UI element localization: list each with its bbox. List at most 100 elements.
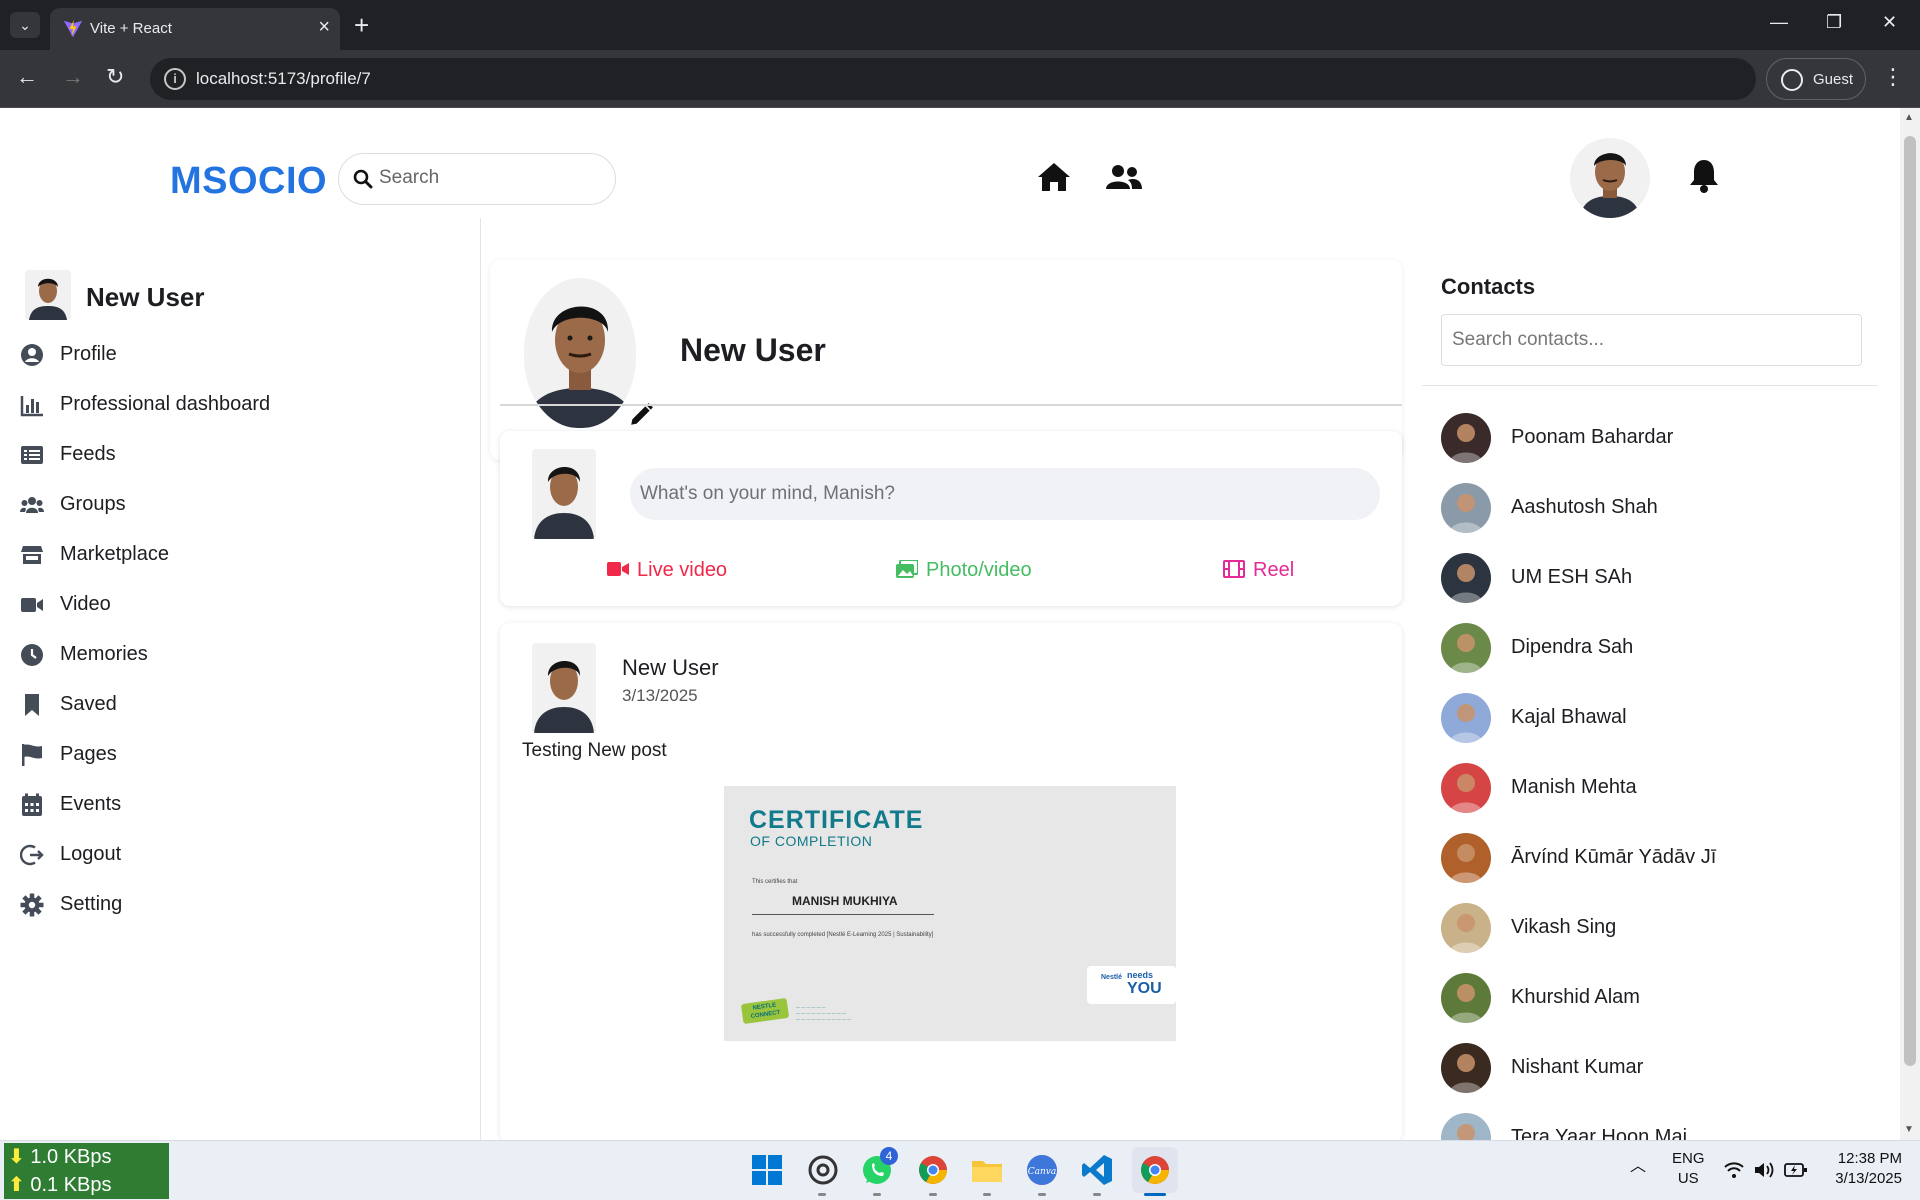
sidebar-item-logout[interactable]: Logout [20,830,460,880]
profile-icon [1781,69,1803,91]
app-logo[interactable]: MSOCIO [170,160,327,203]
page-scrollbar[interactable]: ▲ ▼ [1900,108,1920,1140]
scroll-down-icon[interactable]: ▼ [1904,1124,1914,1135]
svg-text:Canva: Canva [1028,1167,1057,1177]
profile-label: Guest [1813,71,1854,88]
minimize-icon[interactable]: — [1770,12,1788,33]
header-search[interactable] [338,153,616,205]
clock-time: 12:38 PM [1837,1150,1902,1167]
contact-avatar [1441,763,1491,813]
contact-name: Poonam Bahardar [1511,426,1674,448]
sidebar-item-memories[interactable]: Memories [20,630,460,680]
photo-video-button[interactable]: Photo/video [896,559,1032,582]
contact-name: Aashutosh Shah [1511,496,1658,518]
contact-item[interactable]: Dipendra Sah [1441,617,1861,687]
chevron-up-icon[interactable]: ︿ [1630,1157,1646,1177]
sidebar-item-label: Pages [60,743,117,765]
net-down: 1.0 KBps [30,1146,112,1168]
contact-name: Manish Mehta [1511,776,1637,798]
home-icon[interactable] [1037,162,1071,192]
bookmark-icon [25,694,39,716]
volume-icon[interactable] [1754,1161,1776,1179]
chrome-profile-icon[interactable] [916,1153,950,1187]
browser-menu-icon[interactable]: ⋮ [1882,64,1904,90]
net-up: 0.1 KBps [30,1174,112,1196]
scroll-thumb[interactable] [1904,136,1916,1066]
contact-avatar [1441,1113,1491,1140]
contacts-title: Contacts [1441,274,1536,299]
tab-title: Vite + React [90,20,172,37]
tab-search-button[interactable]: ⌄ [10,12,40,38]
reload-icon[interactable]: ↻ [106,64,124,90]
chatgpt-icon[interactable] [806,1153,840,1187]
profile-button[interactable]: Guest [1766,58,1866,100]
sidebar-item-feeds[interactable]: Feeds [20,430,460,480]
post-author-name[interactable]: New User [622,655,719,681]
tab-close-icon[interactable]: × [318,16,330,39]
notification-bell-icon[interactable] [1688,158,1720,194]
avatar-image [1441,693,1491,743]
reel-button[interactable]: Reel [1223,559,1294,582]
sidebar-item-setting[interactable]: Setting [20,880,460,930]
search-input[interactable] [379,167,599,189]
post-author-avatar[interactable] [532,643,596,733]
contact-avatar [1441,1043,1491,1093]
sidebar-item-groups[interactable]: Groups [20,480,460,530]
site-info-icon[interactable]: i [164,68,186,90]
back-icon[interactable]: ← [16,64,38,90]
chrome-icon[interactable] [1138,1153,1172,1187]
store-icon [21,546,43,564]
contacts-search-input[interactable] [1452,329,1852,351]
contact-item[interactable]: Ārvínd Kūmār Yādāv Jī [1441,827,1861,897]
header-avatar[interactable] [1570,138,1650,218]
post-image-certificate[interactable]: CERTIFICATE OF COMPLETION This certifies… [724,786,1176,1041]
friends-icon[interactable] [1106,164,1142,190]
composer-input[interactable]: What's on your mind, Manish? [630,468,1380,520]
file-explorer-icon[interactable] [970,1153,1004,1187]
contact-item[interactable]: Tera Yaar Hoon Mai [1441,1107,1861,1140]
restore-icon[interactable]: ❐ [1826,12,1842,33]
url-text[interactable]: localhost:5173/profile/7 [196,69,371,89]
sidebar-item-profile[interactable]: Profile [20,330,460,380]
live-video-button[interactable]: Live video [607,559,727,582]
sidebar-item-professional-dashboard[interactable]: Professional dashboard [20,380,460,430]
forward-icon[interactable]: → [62,64,84,90]
composer-placeholder: What's on your mind, Manish? [640,483,895,504]
clock[interactable]: 12:38 PM 3/13/2025 [1822,1149,1902,1189]
address-bar[interactable]: i localhost:5173/profile/7 [150,58,1756,100]
sidebar-item-events[interactable]: Events [20,780,460,830]
contact-item[interactable]: Khurshid Alam [1441,967,1861,1037]
certificate-brand: Nestlé [1101,974,1123,981]
wifi-icon[interactable] [1724,1161,1744,1179]
canva-icon[interactable]: Canva [1025,1153,1059,1187]
close-window-icon[interactable]: ✕ [1882,12,1897,33]
vscode-icon[interactable] [1080,1153,1114,1187]
scroll-up-icon[interactable]: ▲ [1904,112,1914,123]
contact-item[interactable]: Vikash Sing [1441,897,1861,967]
certificate-badge: NESTLE CONNECT [740,997,790,1025]
sidebar-item-label: Feeds [60,443,116,465]
contact-item[interactable]: Kajal Bhawal [1441,687,1861,757]
certificate-recipient: MANISH MUKHIYA [792,894,898,908]
sidebar-item-saved[interactable]: Saved [20,680,460,730]
contacts-search[interactable] [1441,314,1862,366]
language-indicator[interactable]: ENG US [1672,1149,1705,1189]
sidebar-item-video[interactable]: Video [20,580,460,630]
contact-item[interactable]: Nishant Kumar [1441,1037,1861,1107]
battery-icon[interactable] [1784,1161,1808,1179]
browser-tab-active[interactable]: Vite + React × [50,8,340,50]
avatar-image [25,270,71,320]
windows-start-icon[interactable] [750,1153,784,1187]
sidebar-item-marketplace[interactable]: Marketplace [20,530,460,580]
contact-item[interactable]: Poonam Bahardar [1441,407,1861,477]
avatar-image [1441,483,1491,533]
browser-tabbar: ⌄ Vite + React × + — ❐ ✕ [0,0,1920,50]
sidebar-item-label: Professional dashboard [60,393,271,415]
contact-item[interactable]: UM ESH SAh [1441,547,1861,617]
new-tab-button[interactable]: + [354,10,369,41]
sidebar-item-label: Logout [60,843,122,865]
contact-item[interactable]: Manish Mehta [1441,757,1861,827]
sidebar-item-pages[interactable]: Pages [20,730,460,780]
sidebar-item-label: Profile [60,343,117,365]
contact-item[interactable]: Aashutosh Shah [1441,477,1861,547]
